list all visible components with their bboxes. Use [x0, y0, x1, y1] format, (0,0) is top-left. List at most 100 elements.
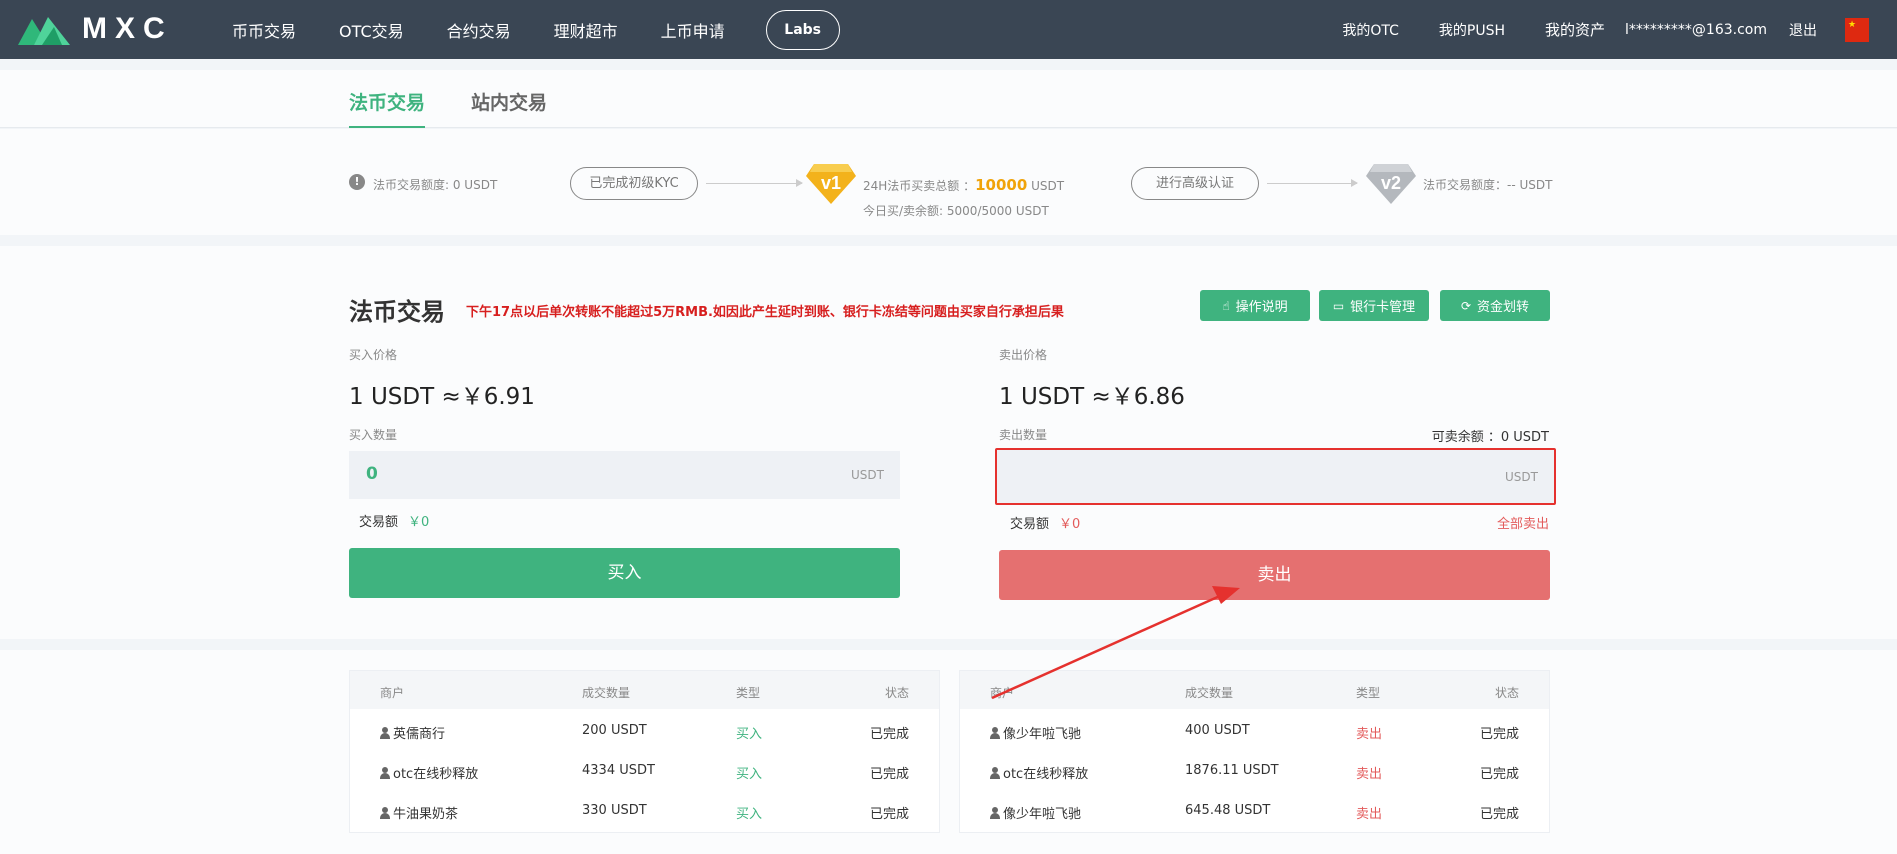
- status-cell: 已完成: [869, 727, 909, 742]
- status-cell: 已完成: [1479, 767, 1519, 782]
- status-cell: 已完成: [1479, 807, 1519, 822]
- nav-my-otc[interactable]: 我的OTC: [1342, 20, 1399, 40]
- nav-item-finance[interactable]: 理财超市: [554, 18, 618, 42]
- col-merchant: 商户: [990, 686, 1015, 700]
- nav-my-assets[interactable]: 我的资产: [1545, 19, 1605, 40]
- user-icon: [990, 807, 1000, 819]
- tab-fiat[interactable]: 法币交易: [349, 88, 426, 128]
- logout-link[interactable]: 退出: [1789, 20, 1817, 40]
- nav-right: 我的OTC 我的PUSH 我的资产 l*********@163.com 退出: [1302, 0, 1869, 59]
- merchant-cell[interactable]: otc在线秒释放: [990, 763, 1088, 782]
- nav-item-listing[interactable]: 上币申请: [661, 18, 725, 42]
- user-icon: [380, 807, 390, 819]
- buy-button[interactable]: 买入: [349, 548, 900, 598]
- type-cell: 买入: [736, 727, 763, 742]
- trade-tabs: 法币交易 站内交易: [0, 70, 1897, 128]
- user-icon: [990, 727, 1000, 739]
- fund-transfer-button[interactable]: ⟳ 资金划转: [1440, 290, 1550, 321]
- col-merchant: 商户: [380, 686, 405, 700]
- status-cell: 已完成: [1479, 727, 1519, 742]
- sell-all-link[interactable]: 全部卖出: [1497, 513, 1549, 532]
- fiat-limit-label: 法币交易额度: 0 USDT: [373, 178, 498, 192]
- qty-cell: 200 USDT: [582, 723, 647, 738]
- user-email[interactable]: l*********@163.com: [1625, 22, 1767, 38]
- volume-line: 24H法币买卖总额 ：10000 USDT: [863, 176, 1064, 194]
- sell-trades-table: 商户 成交数量 类型 状态 像少年啦飞驰 400 USDT 卖出 已完成 otc…: [959, 670, 1550, 833]
- recent-trades-section: [0, 650, 1897, 854]
- volume-label: 24H法币买卖总额 ：: [863, 179, 976, 193]
- progress-arrow: [706, 179, 803, 187]
- svg-text:v2: v2: [1381, 173, 1401, 193]
- qty-cell: 645.48 USDT: [1185, 803, 1271, 818]
- merchant-cell[interactable]: 像少年啦飞驰: [990, 803, 1081, 822]
- advanced-verify-button[interactable]: 进行高级认证: [1131, 167, 1259, 200]
- bank-card-button[interactable]: ▭ 银行卡管理: [1319, 290, 1429, 321]
- brand-name: MXC: [82, 12, 173, 45]
- page: MXC 币币交易 OTC交易 合约交易 理财超市 上币申请 Labs 我的OTC…: [0, 0, 1897, 854]
- buy-amount: 交易额 ￥0: [359, 511, 429, 530]
- tab-internal[interactable]: 站内交易: [471, 88, 547, 128]
- nav-item-spot[interactable]: 币币交易: [232, 18, 296, 42]
- qty-cell: 4334 USDT: [582, 763, 655, 778]
- nav-item-otc[interactable]: OTC交易: [339, 18, 404, 42]
- status-cell: 已完成: [869, 767, 909, 782]
- transfer-icon: ⟳: [1460, 298, 1472, 313]
- qty-cell: 330 USDT: [582, 803, 647, 818]
- sell-qty-label: 卖出数量: [999, 428, 1048, 442]
- progress-arrow-2: [1267, 179, 1358, 187]
- col-type: 类型: [1356, 686, 1381, 700]
- nav-item-contract[interactable]: 合约交易: [447, 18, 511, 42]
- v2-limit-label: 法币交易额度：-- USDT: [1423, 178, 1553, 192]
- available-balance: 可卖余额 ：0 USDT: [1431, 430, 1549, 445]
- guide-button[interactable]: ☝ 操作说明: [1200, 290, 1310, 321]
- user-icon: [990, 767, 1000, 779]
- merchant-cell[interactable]: 牛油果奶茶: [380, 803, 458, 822]
- col-type: 类型: [736, 686, 761, 700]
- buy-qty-input[interactable]: 0 USDT: [349, 451, 900, 499]
- sell-price-label: 卖出价格: [999, 348, 1048, 362]
- user-icon: [380, 727, 390, 739]
- type-cell: 卖出: [1356, 727, 1383, 742]
- type-cell: 买入: [736, 807, 763, 822]
- buy-trades-table: 商户 成交数量 类型 状态 英儒商行 200 USDT 买入 已完成 otc在线…: [349, 670, 940, 833]
- buy-amount-label: 交易额: [359, 515, 399, 530]
- info-icon: !: [349, 174, 365, 190]
- user-icon: [380, 767, 390, 779]
- china-flag-icon[interactable]: [1845, 17, 1869, 42]
- sell-amount-value: ￥0: [1059, 517, 1081, 532]
- buy-qty-value: 0: [366, 464, 378, 484]
- buy-price: 1 USDT ≈￥6.91: [349, 384, 535, 410]
- nav-my-push[interactable]: 我的PUSH: [1439, 20, 1505, 40]
- table-header: 商户 成交数量 类型 状态: [350, 671, 939, 709]
- status-cell: 已完成: [869, 807, 909, 822]
- card-icon: ▭: [1332, 298, 1345, 313]
- col-qty: 成交数量: [582, 686, 631, 700]
- buy-qty-label: 买入数量: [349, 428, 398, 442]
- merchant-cell[interactable]: 英儒商行: [380, 723, 445, 742]
- mxc-logo-icon: [18, 17, 70, 45]
- bank-card-button-label: 银行卡管理: [1350, 300, 1416, 315]
- trade-title: 法币交易: [349, 298, 445, 326]
- nav-left: 币币交易 OTC交易 合约交易 理财超市 上币申请 Labs: [232, 0, 840, 59]
- type-cell: 买入: [736, 767, 763, 782]
- col-status: 状态: [884, 686, 909, 700]
- fund-transfer-button-label: 资金划转: [1477, 300, 1530, 315]
- merchant-cell[interactable]: 像少年啦飞驰: [990, 723, 1081, 742]
- top-nav: MXC 币币交易 OTC交易 合约交易 理财超市 上币申请 Labs 我的OTC…: [0, 0, 1897, 59]
- col-status: 状态: [1494, 686, 1519, 700]
- sell-button[interactable]: 卖出: [999, 550, 1550, 600]
- qty-cell: 1876.11 USDT: [1185, 763, 1279, 778]
- sell-amount-label: 交易额: [1010, 517, 1050, 532]
- guide-button-label: 操作说明: [1235, 300, 1288, 315]
- brand-logo[interactable]: MXC: [18, 12, 173, 45]
- sell-price: 1 USDT ≈￥6.86: [999, 384, 1185, 410]
- svg-text:v1: v1: [821, 173, 841, 193]
- v2-badge-icon: v2: [1366, 164, 1416, 204]
- sell-qty-input[interactable]: USDT: [995, 448, 1556, 505]
- kyc-done-badge: 已完成初级KYC: [570, 167, 698, 200]
- buy-amount-value: ￥0: [408, 515, 430, 530]
- hand-pointer-icon: ☝: [1222, 298, 1230, 313]
- col-qty: 成交数量: [1185, 686, 1234, 700]
- merchant-cell[interactable]: otc在线秒释放: [380, 763, 478, 782]
- labs-button[interactable]: Labs: [765, 9, 840, 50]
